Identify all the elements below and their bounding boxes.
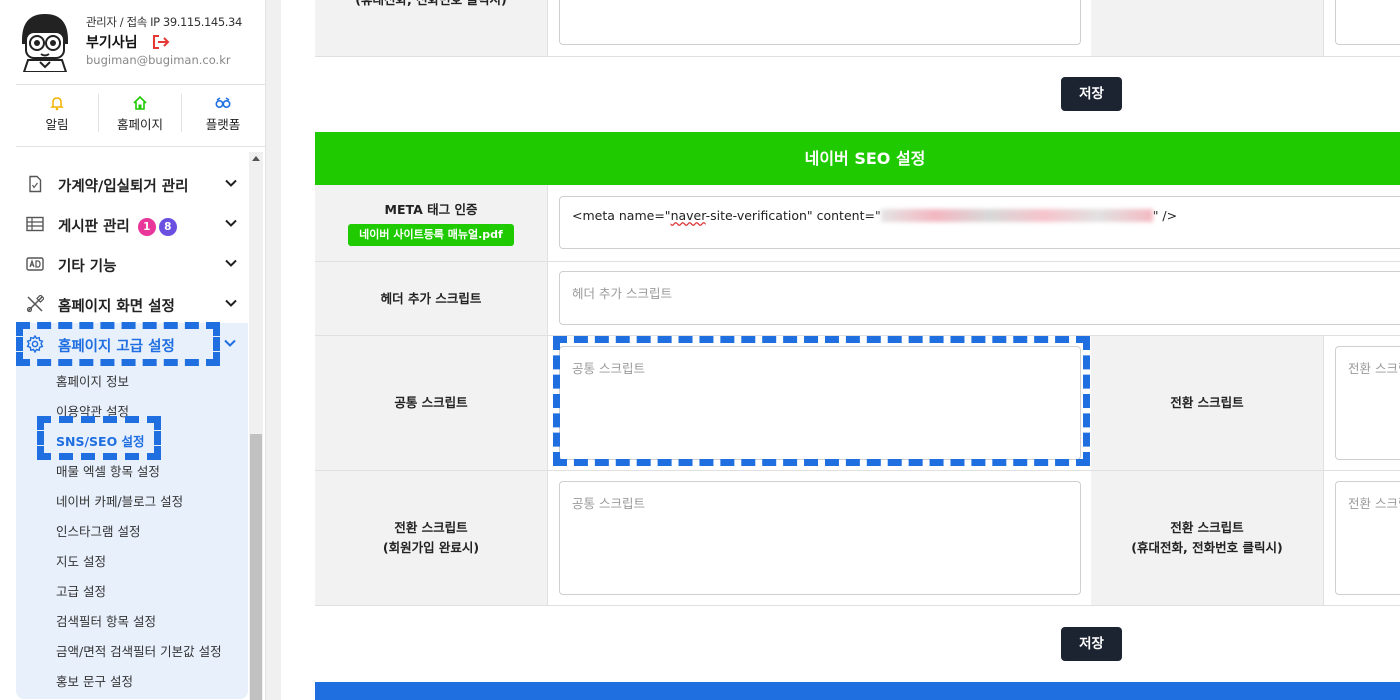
conversion-script-textarea[interactable] bbox=[1335, 0, 1400, 45]
call-conversion-label-cell: 전환 스크립트 (휴대전화, 전화번호 클릭시) bbox=[1091, 471, 1324, 605]
quick-nav-homepage[interactable]: 홈페이지 bbox=[99, 86, 181, 138]
admin-ip-info: 관리자 / 접속 IP 39.115.145.34 bbox=[86, 15, 242, 29]
conversion-script-label-cell: 전환 스크립트 bbox=[1091, 336, 1324, 470]
submenu-item-advanced[interactable]: 고급 설정 bbox=[56, 581, 106, 600]
chevron-down-icon bbox=[225, 219, 237, 227]
quick-nav-label: 플랫폼 bbox=[205, 117, 241, 132]
meta-tag-input[interactable]: <meta name="naver-site-verification" con… bbox=[559, 196, 1400, 249]
submenu-item-terms[interactable]: 이용약관 설정 bbox=[56, 401, 129, 420]
sidebar-item-label: 홈페이지 화면 설정 bbox=[58, 299, 175, 315]
board-icon bbox=[26, 216, 44, 232]
signup-conversion-label-cell: 전환 스크립트 (회원가입 완료시) bbox=[315, 471, 548, 605]
quick-nav-platform[interactable]: 플랫폼 bbox=[182, 86, 264, 138]
tools-icon bbox=[26, 295, 44, 313]
chevron-down-icon bbox=[225, 299, 237, 307]
section-header-naver-seo: 네이버 SEO 설정 bbox=[315, 132, 1400, 185]
sidebar-item-etc[interactable]: 기타 기능 bbox=[16, 244, 249, 284]
conversion-script-textarea[interactable] bbox=[559, 0, 1081, 45]
sidebar-item-board[interactable]: 게시판 관리 18 bbox=[16, 204, 249, 244]
common-script-label-cell: 공통 스크립트 bbox=[315, 336, 548, 470]
conversion-script-textarea[interactable]: 전환 스크립트 bbox=[1335, 346, 1400, 460]
save-button[interactable]: 저장 bbox=[1061, 627, 1122, 661]
sidebar-item-label: 기타 기능 bbox=[58, 259, 117, 275]
submenu-item-homepage-info[interactable]: 홈페이지 정보 bbox=[56, 371, 129, 390]
user-email: bugiman@bugiman.co.kr bbox=[86, 53, 231, 67]
sidebar-item-advanced-settings[interactable]: 홈페이지 고급 설정 bbox=[16, 324, 248, 364]
sidebar-item-label: 가계약/입실퇴거 관리 bbox=[58, 179, 189, 195]
profile-card: 관리자 / 접속 IP 39.115.145.34 부기사님 bugiman@b… bbox=[16, 10, 266, 74]
field-label: 전환 스크립트 bbox=[394, 520, 468, 535]
document-icon bbox=[29, 175, 42, 193]
sidebar-gutter bbox=[265, 0, 281, 700]
quick-nav: 알림 홈페이지 플랫폼 bbox=[16, 86, 266, 138]
chevron-down-icon bbox=[224, 339, 236, 347]
field-label: (휴대전화, 전화번호 클릭시) bbox=[355, 0, 506, 10]
scroll-up-arrow-icon[interactable] bbox=[252, 156, 260, 161]
sidebar-menu: 가계약/입실퇴거 관리 게시판 관리 18 기타 기능 홈페이지 화면 설정 홈… bbox=[16, 150, 249, 700]
sidebar-item-contracts[interactable]: 가계약/입실퇴거 관리 bbox=[16, 164, 249, 204]
avatar bbox=[22, 14, 68, 72]
gear-icon bbox=[26, 335, 44, 353]
common-script-textarea[interactable]: 공통 스크립트 bbox=[559, 346, 1081, 460]
chevron-down-icon bbox=[225, 259, 237, 267]
logout-icon[interactable] bbox=[151, 34, 171, 50]
submenu-item-promo-text[interactable]: 홍보 문구 설정 bbox=[56, 671, 133, 690]
field-label: 공통 스크립트 bbox=[394, 395, 468, 410]
field-sublabel: (휴대전화, 전화번호 클릭시) bbox=[1131, 540, 1283, 555]
submenu-item-map[interactable]: 지도 설정 bbox=[56, 551, 106, 570]
sidebar: 관리자 / 접속 IP 39.115.145.34 부기사님 bugiman@b… bbox=[0, 0, 266, 700]
call-conversion-textarea[interactable]: 전환 스크립트 bbox=[1335, 481, 1400, 595]
quick-nav-label: 홈페이지 bbox=[116, 117, 163, 132]
meta-label-cell: META 태그 인증 네이버 사이트등록 매뉴얼.pdf bbox=[315, 185, 548, 261]
submenu-item-excel-fields[interactable]: 매물 엑셀 항목 설정 bbox=[56, 461, 160, 480]
row-divider bbox=[315, 605, 1400, 606]
sidebar-item-label: 홈페이지 고급 설정 bbox=[58, 339, 175, 355]
submenu-item-sns-seo[interactable]: SNS/SEO 설정 bbox=[56, 431, 145, 450]
unread-badge: 1 bbox=[137, 218, 156, 236]
sidebar-scrollbar[interactable] bbox=[249, 152, 263, 700]
row-divider bbox=[315, 56, 1400, 57]
save-button[interactable]: 저장 bbox=[1061, 77, 1122, 111]
redacted-verification-code bbox=[880, 209, 1153, 222]
divider bbox=[16, 84, 266, 85]
header-script-textarea[interactable]: 헤더 추가 스크립트 bbox=[559, 271, 1400, 325]
label-cell bbox=[1091, 0, 1324, 56]
field-label: 헤더 추가 스크립트 bbox=[380, 290, 482, 306]
field-label: 전환 스크립트 bbox=[1170, 520, 1244, 535]
next-section-header bbox=[315, 682, 1400, 700]
user-name: 부기사님 bbox=[86, 35, 138, 51]
call-conversion-label-cell: (휴대전화, 전화번호 클릭시) bbox=[315, 0, 548, 56]
divider bbox=[16, 146, 266, 147]
submenu-item-filter-defaults[interactable]: 금액/면적 검색필터 기본값 설정 bbox=[56, 641, 222, 660]
bell-icon bbox=[50, 97, 64, 111]
home-icon bbox=[133, 95, 147, 110]
submenu-item-search-filter[interactable]: 검색필터 항목 설정 bbox=[56, 611, 156, 630]
field-label: META 태그 인증 bbox=[384, 202, 478, 217]
main-content: (휴대전화, 전화번호 클릭시) 저장 네이버 SEO 설정 META 태그 인… bbox=[281, 0, 1400, 700]
header-script-label-cell: 헤더 추가 스크립트 bbox=[315, 262, 548, 335]
quick-nav-label: 알림 bbox=[45, 117, 69, 132]
submenu-item-naver-cafe-blog[interactable]: 네이버 카페/블로그 설정 bbox=[56, 491, 183, 510]
sidebar-item-homepage-design[interactable]: 홈페이지 화면 설정 bbox=[16, 284, 249, 324]
ad-icon bbox=[26, 257, 44, 271]
unread-badge: 8 bbox=[158, 218, 177, 236]
quick-nav-alerts[interactable]: 알림 bbox=[16, 86, 98, 138]
sidebar-item-label: 게시판 관리 18 bbox=[58, 215, 177, 236]
chevron-down-icon bbox=[225, 179, 237, 187]
submenu-item-instagram[interactable]: 인스타그램 설정 bbox=[56, 521, 140, 540]
field-label: 전환 스크립트 bbox=[1170, 395, 1244, 410]
signup-conversion-textarea[interactable]: 공통 스크립트 bbox=[559, 481, 1081, 595]
platform-icon bbox=[215, 97, 231, 109]
naver-manual-pdf-button[interactable]: 네이버 사이트등록 매뉴얼.pdf bbox=[348, 224, 514, 246]
scrollbar-thumb[interactable] bbox=[250, 434, 262, 700]
field-sublabel: (회원가입 완료시) bbox=[382, 540, 480, 555]
